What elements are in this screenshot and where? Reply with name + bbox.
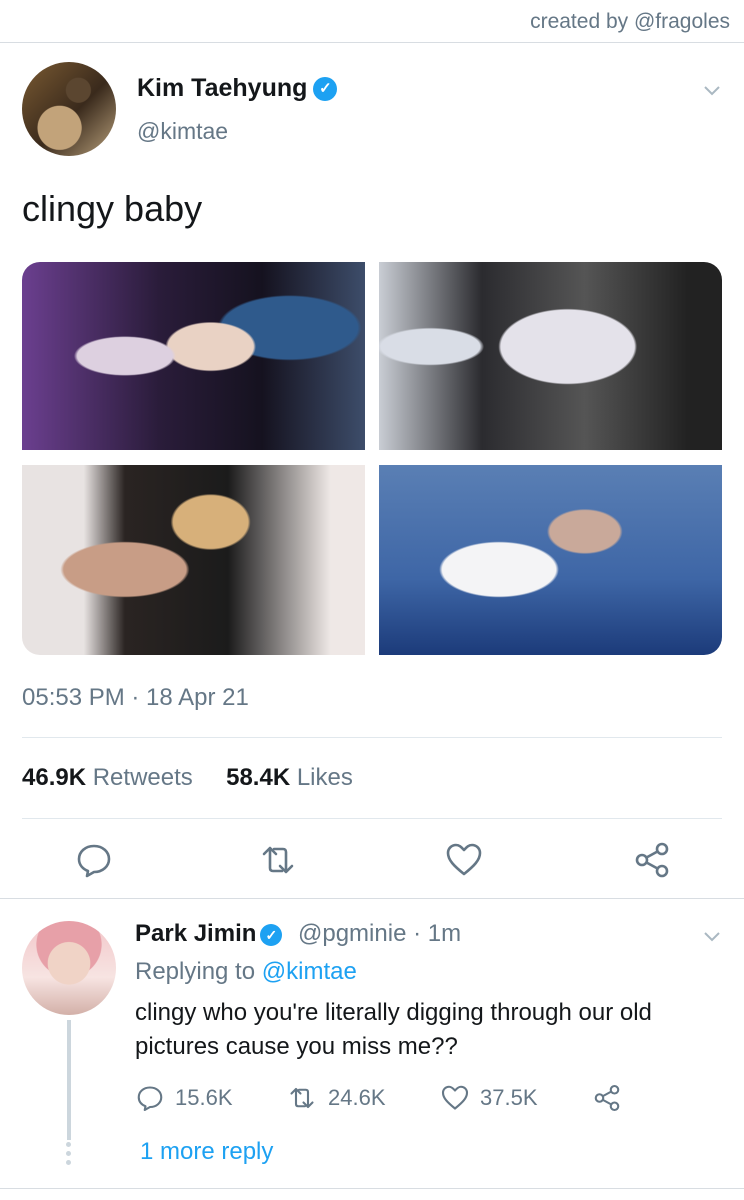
more-replies-link[interactable]: 1 more reply [140, 1138, 273, 1166]
divider [0, 1188, 744, 1189]
heart-icon[interactable] [444, 840, 484, 880]
divider [0, 42, 744, 43]
likes-count[interactable]: 58.4K [226, 764, 290, 791]
verified-badge-icon: ✓ [313, 77, 338, 102]
reply-author-name-text[interactable]: Park Jimin [135, 920, 256, 947]
divider [22, 737, 722, 738]
tweet-text: clingy baby [22, 188, 203, 229]
reply-author-name[interactable]: Park Jimin ✓ [135, 920, 283, 948]
retweet-icon[interactable] [286, 1083, 318, 1113]
retweets-count[interactable]: 46.9K [22, 764, 86, 791]
reply-text: clingy who you're literally digging thro… [135, 999, 652, 1060]
author-avatar[interactable] [22, 62, 116, 156]
chevron-down-icon[interactable] [702, 926, 722, 946]
reply-author-handle[interactable]: @pgminie [298, 920, 406, 947]
photo-3[interactable] [22, 465, 365, 655]
photo-1[interactable] [22, 262, 365, 450]
photo-4[interactable] [379, 465, 722, 655]
reply-time: · 1m [413, 920, 462, 947]
likes-label[interactable]: Likes [297, 764, 353, 791]
verified-badge-icon: ✓ [260, 923, 283, 946]
reply-meta[interactable]: @pgminie · 1m [298, 920, 461, 948]
chevron-down-icon[interactable] [702, 80, 722, 100]
tweet-timestamp[interactable]: 05:53 PM · 18 Apr 21 [22, 684, 249, 712]
thread-line [67, 1020, 71, 1140]
heart-icon[interactable] [440, 1083, 470, 1113]
divider [22, 818, 722, 819]
divider [0, 898, 744, 899]
retweet-count: 24.6K [328, 1085, 386, 1110]
reply-like-action[interactable]: 37.5K [440, 1082, 538, 1114]
like-count: 37.5K [480, 1085, 538, 1110]
credit-label: created by @fragoles [530, 10, 730, 33]
author-name-text[interactable]: Kim Taehyung [137, 74, 307, 102]
reply-count: 15.6K [175, 1085, 233, 1110]
author-handle[interactable]: @kimtae [137, 118, 228, 145]
comment-icon[interactable] [74, 840, 114, 880]
reply-author-avatar[interactable] [22, 921, 116, 1015]
media-grid[interactable] [22, 262, 722, 655]
reply-retweet-action[interactable]: 24.6K [286, 1082, 386, 1114]
photo-2[interactable] [379, 262, 722, 450]
share-icon[interactable] [632, 840, 672, 880]
replying-to: Replying to @kimtae [135, 958, 357, 986]
retweets-label[interactable]: Retweets [93, 764, 193, 791]
engagement-stats[interactable]: 46.9K Retweets 58.4K Likes [22, 764, 353, 792]
replying-prefix: Replying to [135, 958, 256, 985]
reply-share-action[interactable] [592, 1082, 632, 1114]
reply-action-bar: 15.6K 24.6K 37.5K [0, 1082, 744, 1114]
reply-comment-action[interactable]: 15.6K [135, 1082, 233, 1114]
thread-dots [66, 1142, 72, 1169]
author-name[interactable]: Kim Taehyung ✓ [137, 74, 338, 103]
share-icon[interactable] [592, 1083, 622, 1113]
tweet-action-bar [0, 840, 744, 880]
comment-icon[interactable] [135, 1083, 165, 1113]
retweet-icon[interactable] [258, 840, 298, 880]
replying-to-handle[interactable]: @kimtae [262, 958, 357, 985]
